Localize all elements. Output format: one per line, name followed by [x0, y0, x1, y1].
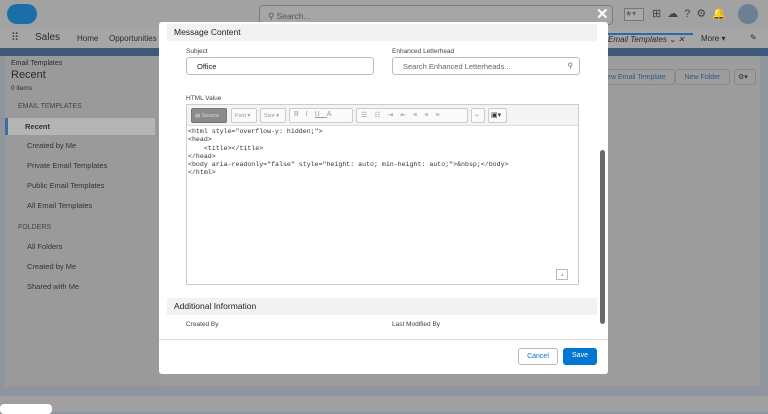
font-select[interactable]: Font ▾	[231, 108, 257, 123]
letterhead-placeholder: Search Enhanced Letterheads...	[403, 62, 511, 71]
sidebar-item-recent[interactable]: Recent	[5, 118, 155, 135]
font-label: Font	[235, 113, 247, 119]
search-placeholder: Search...	[276, 11, 311, 21]
utility-widget[interactable]	[0, 404, 52, 414]
save-button[interactable]: Save	[563, 348, 597, 365]
subject-input[interactable]: Office	[186, 57, 374, 75]
utility-bar	[0, 396, 768, 414]
footer-divider	[159, 339, 608, 340]
section-folders: FOLDERS	[18, 224, 52, 231]
app-name: Sales	[35, 32, 61, 43]
new-email-template-button[interactable]: New Email Template	[597, 69, 675, 85]
sidebar-item-all-folders[interactable]: All Folders	[10, 242, 160, 251]
sidebar-item-private[interactable]: Private Email Templates	[10, 161, 160, 170]
sidebar-item-created-by-me[interactable]: Created by Me	[10, 141, 160, 150]
source-label: Source	[201, 113, 220, 119]
search-icon: ⚲	[567, 61, 574, 70]
section-additional-info: Additional Information	[167, 298, 597, 315]
image-icon[interactable]: ▣▾	[488, 108, 507, 123]
underline-icon[interactable]: U	[315, 111, 327, 118]
link-icon[interactable]: ∞	[471, 108, 485, 123]
letterhead-search-input[interactable]: Search Enhanced Letterheads... ⚲	[392, 57, 580, 75]
format-buttons[interactable]: BIUA	[289, 108, 353, 123]
paragraph-buttons[interactable]: ☰☷⇥⇤≡≡≡	[356, 108, 468, 123]
new-folder-button[interactable]: New Folder	[675, 69, 730, 85]
page-title: Recent	[11, 69, 46, 81]
tab-email-templates[interactable]: Email Templates ⌄ ✕	[608, 33, 693, 44]
cancel-button[interactable]: Cancel	[518, 348, 558, 365]
html-editor: ▤ Source Font ▾ Size ▾ BIUA ☰☷⇥⇤≡≡≡ ∞ ▣▾…	[186, 104, 579, 285]
item-count: 0 items	[11, 85, 32, 92]
favorites-star-icon[interactable]: ★▾	[624, 8, 644, 21]
tab-label: Email Templates	[608, 35, 667, 44]
nav-opportunities[interactable]: Opportunities	[109, 34, 157, 43]
sidebar-item-shared-with-me[interactable]: Shared with Me	[10, 282, 160, 291]
nav-more[interactable]: More ▾	[701, 34, 725, 43]
more-label: More	[701, 34, 720, 43]
italic-icon[interactable]: I	[306, 111, 315, 118]
subject-label: Subject	[186, 48, 208, 55]
nav-home[interactable]: Home	[77, 34, 98, 43]
text-color-icon[interactable]: A	[327, 111, 339, 118]
source-button[interactable]: ▤ Source	[191, 108, 227, 123]
sidebar: Email Templates Recent 0 items EMAIL TEM…	[5, 56, 160, 386]
object-label: Email Templates	[11, 60, 63, 67]
close-modal-icon[interactable]: ✕	[596, 5, 609, 23]
sidebar-item-all[interactable]: All Email Templates	[10, 201, 160, 210]
bold-icon[interactable]: B	[294, 111, 306, 118]
size-select[interactable]: Size ▾	[260, 108, 286, 123]
size-label: Size	[264, 113, 275, 119]
sidebar-item-public[interactable]: Public Email Templates	[10, 181, 160, 190]
app-launcher-icon[interactable]: ⠿	[11, 31, 19, 44]
settings-gear-icon[interactable]: ⚙▾	[734, 69, 756, 85]
user-avatar[interactable]	[738, 4, 758, 24]
salesforce-logo[interactable]	[7, 4, 37, 24]
list-icons[interactable]: ☰☷⇥⇤≡≡≡	[361, 112, 447, 119]
resize-handle-icon[interactable]: ⌟	[556, 269, 568, 280]
html-value-label: HTML Value	[186, 95, 222, 102]
edit-nav-icon[interactable]: ✎	[750, 33, 757, 42]
editor-toolbar: ▤ Source Font ▾ Size ▾ BIUA ☰☷⇥⇤≡≡≡ ∞ ▣▾	[187, 105, 578, 126]
section-email-templates: EMAIL TEMPLATES	[18, 103, 82, 110]
section-message-content: Message Content	[167, 24, 597, 41]
letterhead-label: Enhanced Letterhead	[392, 48, 455, 55]
sidebar-item-folders-created-by-me[interactable]: Created by Me	[10, 262, 160, 271]
created-by-label: Created By	[186, 321, 219, 328]
html-code-textarea[interactable]: <html style="overflow-y: hidden;"> <head…	[187, 126, 578, 180]
header-utility-icons[interactable]: ⊞☁?⚙🔔	[652, 7, 732, 20]
last-modified-label: Last Modified By	[392, 321, 441, 328]
modal-scrollbar[interactable]	[600, 150, 605, 324]
